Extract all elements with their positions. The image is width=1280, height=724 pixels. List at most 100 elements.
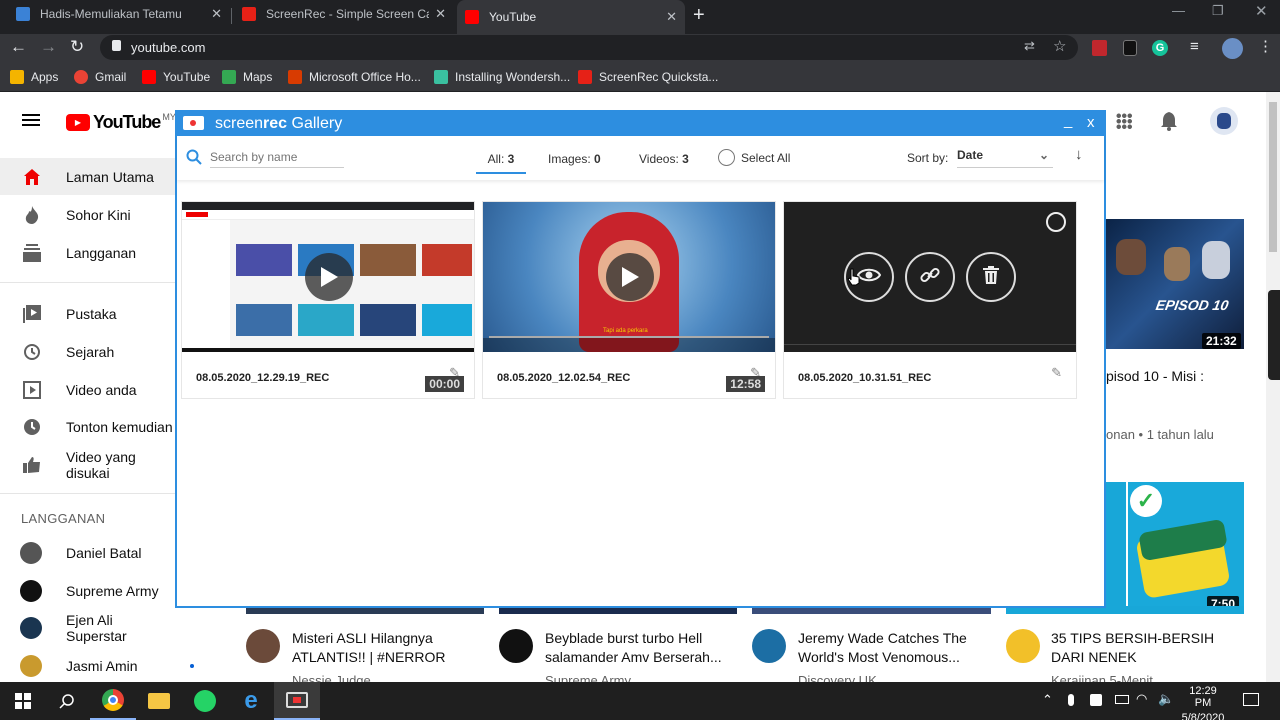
sidebar-item-library[interactable]: Pustaka — [0, 295, 176, 332]
edit-pencil-icon[interactable]: ✎ — [750, 365, 761, 381]
profile-avatar[interactable] — [1222, 38, 1243, 59]
bookmark-youtube[interactable]: YouTube — [142, 70, 210, 84]
subscription-item[interactable]: Daniel Batal — [0, 534, 176, 571]
tab-screenrec[interactable]: ScreenRec - Simple Screen Captu ✕ — [234, 0, 454, 28]
wifi-icon[interactable]: ◠ — [1136, 691, 1147, 707]
pdf-extension-icon[interactable] — [1092, 40, 1107, 56]
sidebar-item-watch-later[interactable]: Tonton kemudian — [0, 408, 176, 445]
microphone-icon[interactable] — [1068, 694, 1074, 706]
translate-icon[interactable]: ⇄ — [1024, 38, 1035, 54]
action-center-icon[interactable] — [1243, 693, 1259, 706]
forward-icon[interactable]: → — [40, 37, 57, 57]
close-button[interactable]: x — [1087, 114, 1095, 131]
address-bar[interactable]: youtube.com ⇄ ☆ — [100, 35, 1078, 60]
select-all-label[interactable]: Select All — [741, 151, 790, 165]
sidebar-item-subscriptions[interactable]: Langganan — [0, 234, 176, 271]
close-tab-icon[interactable]: ✕ — [435, 6, 446, 22]
filter-all-tab[interactable]: All: 3 — [476, 152, 526, 174]
sidebar-item-home[interactable]: Laman Utama — [0, 158, 176, 195]
battery-icon[interactable] — [1115, 695, 1129, 704]
url-text: youtube.com — [131, 40, 206, 55]
bookmark-wondershare[interactable]: Installing Wondersh... — [434, 70, 570, 84]
new-tab-button[interactable]: + — [693, 4, 705, 27]
video-title[interactable]: Jeremy Wade Catches The World's Most Ven… — [798, 629, 988, 667]
bookmark-office[interactable]: Microsoft Office Ho... — [288, 70, 421, 84]
video-title[interactable]: Misteri ASLI Hilangnya ATLANTIS!! | #NER… — [292, 629, 482, 667]
screenrec-side-tab[interactable] — [1268, 290, 1280, 380]
video-title[interactable]: pisod 10 - Misi : — [1106, 367, 1204, 386]
tab-youtube[interactable]: YouTube ✕ — [457, 0, 685, 34]
volume-icon[interactable]: 🔈 — [1158, 691, 1174, 707]
video-thumbnail[interactable]: EPISOD 10 — [1106, 219, 1244, 349]
recording-card[interactable]: Tapi ada perkara 12:58 08.05.2020_12.02.… — [482, 201, 776, 399]
recording-card[interactable]: 08.05.2020_10.31.51_REC ✎ — [783, 201, 1077, 399]
grammarly-icon[interactable]: G — [1152, 40, 1168, 56]
copy-link-button[interactable] — [905, 252, 955, 302]
search-icon — [186, 149, 202, 170]
maximize-window-button[interactable]: ❐ — [1212, 3, 1224, 19]
show-hidden-icons[interactable]: ⌃ — [1042, 692, 1053, 708]
sidebar-item-liked-videos[interactable]: Video yang disukai — [0, 446, 176, 483]
channel-avatar[interactable] — [499, 629, 533, 663]
extension-icon[interactable] — [1123, 40, 1137, 56]
search-input[interactable] — [210, 146, 344, 168]
bookmark-screenrec[interactable]: ScreenRec Quicksta... — [578, 70, 718, 84]
back-icon[interactable]: ← — [10, 37, 27, 57]
screenrec-taskbar-icon[interactable] — [274, 682, 320, 720]
close-tab-icon[interactable]: ✕ — [666, 9, 677, 25]
network-app-icon[interactable] — [1090, 694, 1102, 706]
edit-pencil-icon[interactable]: ✎ — [449, 365, 460, 381]
new-content-dot — [190, 663, 194, 668]
bookmark-maps[interactable]: Maps — [222, 70, 272, 84]
subscription-item[interactable]: Ejen Ali Superstar — [0, 609, 176, 646]
delete-button[interactable] — [966, 252, 1016, 302]
sort-direction-icon[interactable]: ↓ — [1075, 146, 1083, 163]
edit-pencil-icon[interactable]: ✎ — [1051, 365, 1062, 381]
menu-dots-icon[interactable]: ⋮ — [1258, 37, 1273, 55]
sidebar-item-trending[interactable]: Sohor Kini — [0, 196, 176, 233]
bookmark-apps[interactable]: Apps — [10, 70, 58, 84]
apps-grid-icon[interactable] — [1116, 113, 1132, 129]
minimize-window-button[interactable]: — — [1172, 3, 1185, 18]
bookmark-gmail[interactable]: Gmail — [74, 70, 126, 84]
media-control-icon[interactable]: ≡ — [1190, 38, 1199, 55]
chrome-taskbar-icon[interactable] — [90, 682, 136, 720]
hamburger-menu-icon[interactable] — [22, 114, 40, 116]
video-title[interactable]: Beyblade burst turbo Hell salamander Amv… — [545, 629, 735, 667]
taskbar-clock[interactable]: 12:29 PM 5/8/2020 — [1181, 685, 1225, 724]
youtube-logo[interactable]: ▶ YouTube MY — [66, 112, 176, 133]
user-avatar[interactable] — [1210, 107, 1238, 135]
windows-start-icon[interactable] — [0, 682, 46, 720]
star-icon[interactable]: ☆ — [1053, 37, 1066, 55]
close-tab-icon[interactable]: ✕ — [211, 6, 222, 22]
subscription-item[interactable]: Jasmi Amin — [0, 647, 194, 684]
play-button[interactable] — [305, 253, 353, 301]
filter-images-tab[interactable]: Images: 0 — [548, 152, 601, 166]
file-explorer-icon[interactable] — [136, 682, 182, 720]
recording-card[interactable]: 00:00 08.05.2020_12.29.19_REC ✎ — [181, 201, 475, 399]
video-title[interactable]: 35 TIPS BERSIH-BERSIH DARI NENEK — [1051, 629, 1241, 667]
search-icon[interactable] — [44, 682, 90, 720]
page-scrollbar[interactable] — [1266, 92, 1280, 682]
filter-videos-tab[interactable]: Videos: 3 — [639, 152, 689, 166]
sidebar-item-history[interactable]: Sejarah — [0, 333, 176, 370]
reload-icon[interactable]: ↻ — [70, 37, 84, 57]
channel-avatar[interactable] — [246, 629, 280, 663]
tab-hadis[interactable]: Hadis-Memuliakan Tetamu ✕ — [8, 0, 230, 28]
close-window-button[interactable]: ✕ — [1255, 2, 1268, 20]
video-thumbnail[interactable]: ✓ — [1128, 482, 1244, 610]
notifications-bell-icon[interactable] — [1160, 112, 1178, 136]
video-thumbnail[interactable] — [1106, 482, 1126, 610]
sort-select[interactable]: Date ⌄ — [957, 148, 1053, 168]
library-icon — [22, 304, 42, 324]
channel-avatar[interactable] — [1006, 629, 1040, 663]
edge-icon[interactable]: e — [228, 682, 274, 720]
whatsapp-icon[interactable] — [182, 682, 228, 720]
subscription-item[interactable]: Supreme Army — [0, 572, 176, 609]
select-all-checkbox[interactable] — [718, 149, 735, 166]
sidebar-item-your-videos[interactable]: Video anda — [0, 371, 176, 408]
channel-avatar[interactable] — [752, 629, 786, 663]
minimize-button[interactable]: _ — [1064, 112, 1072, 129]
select-checkbox[interactable] — [1046, 212, 1066, 232]
play-button[interactable] — [606, 253, 654, 301]
